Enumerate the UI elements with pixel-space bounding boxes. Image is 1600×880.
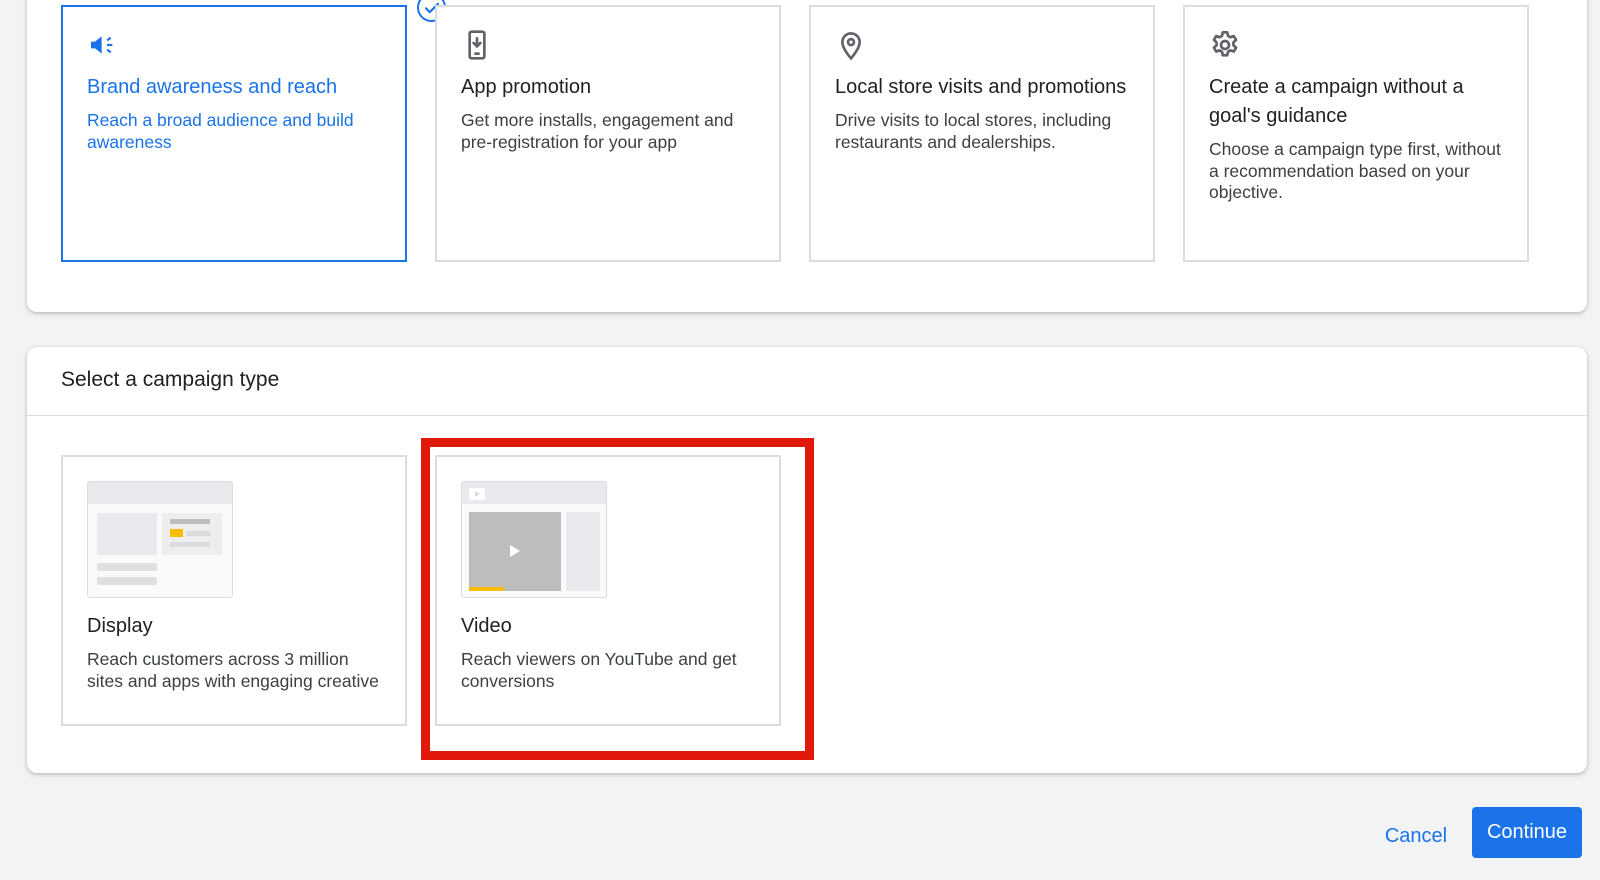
location-pin-icon bbox=[835, 29, 867, 61]
campaign-type-panel: Select a campaign type Display Reach cus… bbox=[27, 347, 1587, 773]
phone-download-icon bbox=[461, 29, 493, 61]
campaign-type-description: Reach viewers on YouTube and get convers… bbox=[461, 649, 737, 691]
youtube-icon bbox=[469, 488, 485, 500]
goal-card-local-store[interactable]: Local store visits and promotions Drive … bbox=[809, 5, 1155, 262]
campaign-type-video[interactable]: Video Reach viewers on YouTube and get c… bbox=[435, 455, 781, 726]
goal-title: App promotion bbox=[461, 76, 592, 98]
gear-icon bbox=[1209, 29, 1241, 61]
goal-title: Local store visits and promotions bbox=[835, 76, 1127, 98]
goal-description: Reach a broad audience and build awarene… bbox=[87, 110, 354, 152]
goal-description: Get more installs, engagement and pre-re… bbox=[461, 110, 734, 152]
goal-card-brand-awareness[interactable]: Brand awareness and reach Reach a broad … bbox=[61, 5, 407, 262]
play-icon bbox=[510, 545, 520, 557]
campaign-type-description: Reach customers across 3 million sites a… bbox=[87, 649, 379, 691]
cancel-button[interactable]: Cancel bbox=[1370, 811, 1462, 861]
goal-card-no-guidance[interactable]: Create a campaign without a goal's guida… bbox=[1183, 5, 1529, 262]
campaign-type-title: Video bbox=[461, 615, 512, 637]
campaign-type-display[interactable]: Display Reach customers across 3 million… bbox=[61, 455, 407, 726]
section-heading: Select a campaign type bbox=[27, 347, 1587, 416]
goal-card-app-promotion[interactable]: App promotion Get more installs, engagem… bbox=[435, 5, 781, 262]
video-ad-preview bbox=[461, 481, 607, 598]
megaphone-icon bbox=[87, 29, 119, 61]
goal-panel: Brand awareness and reach Reach a broad … bbox=[27, 0, 1587, 312]
goal-description: Choose a campaign type first, without a … bbox=[1209, 139, 1501, 202]
goal-title: Create a campaign without a goal's guida… bbox=[1209, 76, 1464, 127]
continue-button[interactable]: Continue bbox=[1472, 807, 1582, 858]
campaign-type-title: Display bbox=[87, 615, 153, 637]
display-ad-preview bbox=[87, 481, 233, 598]
goal-title: Brand awareness and reach bbox=[87, 76, 338, 98]
goal-description: Drive visits to local stores, including … bbox=[835, 110, 1112, 152]
